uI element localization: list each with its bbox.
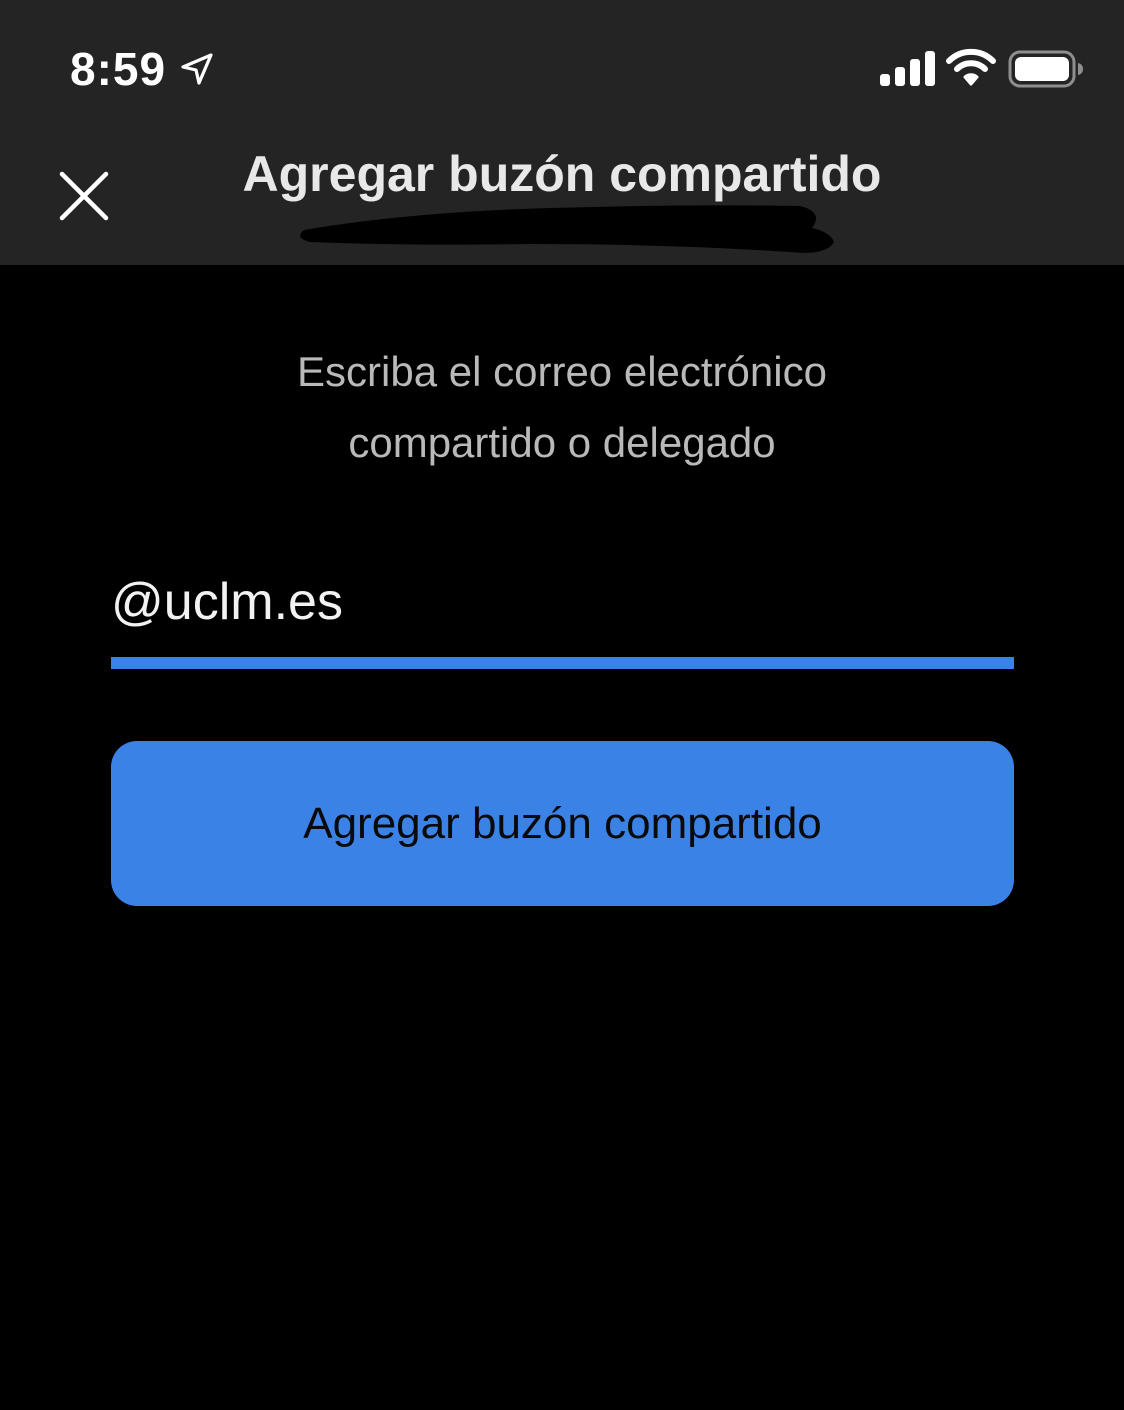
email-field-underline: [111, 657, 1014, 669]
wifi-icon: [946, 48, 996, 86]
email-field[interactable]: [111, 548, 1014, 656]
redaction-scribble: [300, 205, 835, 253]
instructions-line-2: compartido o delegado: [348, 419, 776, 466]
instructions-line-1: Escriba el correo electrónico: [297, 348, 827, 395]
battery-icon: [1008, 50, 1083, 88]
add-shared-mailbox-button[interactable]: Agregar buzón compartido: [111, 741, 1014, 906]
location-arrow-icon: [181, 53, 213, 85]
instructions-text: Escriba el correo electrónico compartido…: [0, 336, 1124, 478]
nav-header: Agregar buzón compartido: [0, 130, 1124, 265]
email-field-container: [111, 548, 1014, 669]
add-shared-mailbox-screen: 8:59 Agregar buzón compartido Escriba el…: [0, 0, 1124, 1410]
cellular-signal-icon: [880, 51, 935, 86]
status-bar: 8:59: [0, 0, 1124, 130]
status-time: 8:59: [70, 43, 167, 95]
